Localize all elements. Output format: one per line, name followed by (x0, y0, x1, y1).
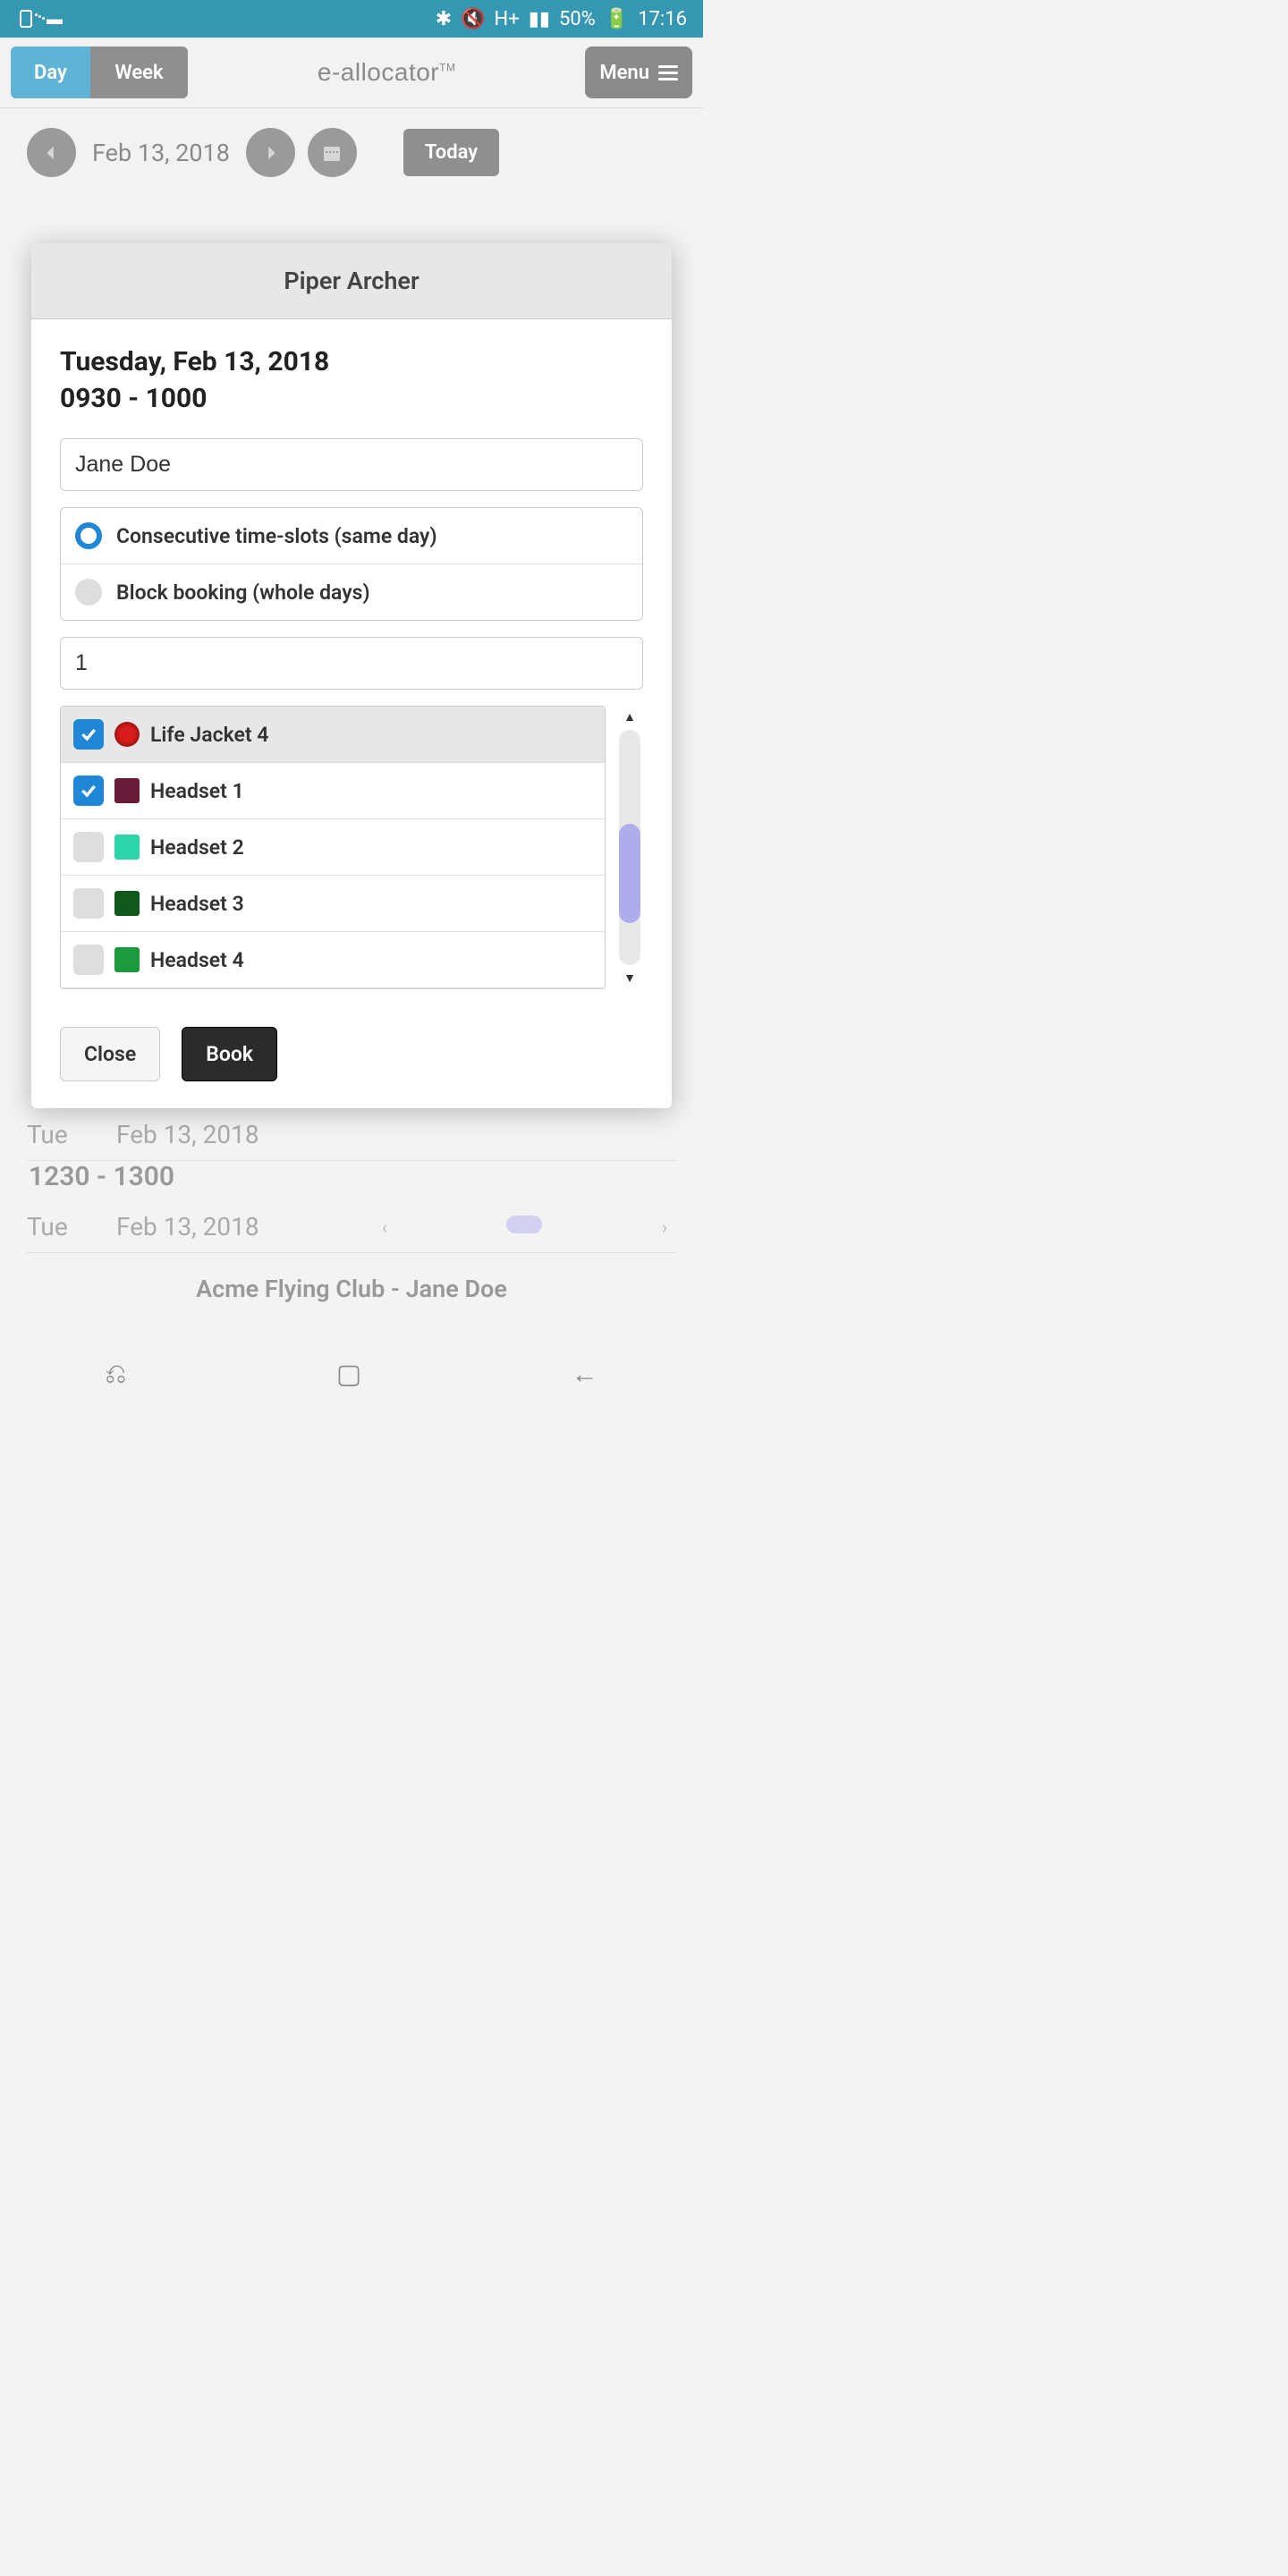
bg-prev-icon[interactable]: ‹ (373, 1216, 396, 1238)
bg-day-label: Tue (27, 1212, 116, 1241)
user-name-input[interactable] (60, 438, 643, 491)
app-logo: e-allocatorTM (188, 58, 585, 87)
equipment-item[interactable]: Headset 1 (61, 763, 605, 819)
radio-label: Block booking (whole days) (116, 580, 370, 605)
home-icon[interactable]: ▢ (336, 1359, 361, 1390)
checkbox-checked-icon[interactable] (73, 775, 104, 806)
prev-day-button[interactable] (27, 128, 76, 177)
equipment-label: Headset 1 (150, 779, 244, 803)
book-button[interactable]: Book (182, 1027, 277, 1081)
bg-next-icon[interactable]: › (653, 1216, 676, 1238)
scroll-track[interactable] (619, 730, 640, 965)
scroll-down-icon[interactable]: ▼ (623, 970, 636, 986)
signal-icon: ▮▮ (529, 8, 550, 30)
bg-date-label: Feb 13, 2018 (116, 1212, 373, 1241)
phone-vibrate-icon (16, 9, 36, 29)
item-color-swatch (114, 835, 140, 860)
quantity-input[interactable] (60, 637, 643, 690)
mute-icon: 🔇 (461, 8, 485, 30)
equipment-item[interactable]: Headset 3 (61, 876, 605, 932)
equipment-list: Life Jacket 4 Headset 1 Headset 2 Headset 3… (60, 706, 606, 989)
menu-label: Menu (599, 62, 649, 84)
date-nav-bar: Feb 13, 2018 Today (0, 108, 703, 197)
today-button[interactable]: Today (403, 129, 499, 176)
radio-consecutive[interactable]: Consecutive time-slots (same day) (61, 508, 642, 564)
item-color-swatch (114, 947, 140, 972)
view-toggle-week[interactable]: Week (90, 47, 188, 98)
battery-percent: 50% (559, 8, 596, 30)
checkbox-unchecked-icon[interactable] (73, 945, 104, 975)
wifi-icon: ▬ (45, 9, 64, 29)
modal-title: Piper Archer (31, 243, 672, 319)
back-icon[interactable]: ← (572, 1359, 598, 1390)
radio-label: Consecutive time-slots (same day) (116, 524, 437, 548)
checkbox-unchecked-icon[interactable] (73, 832, 104, 862)
equipment-label: Life Jacket 4 (150, 723, 268, 747)
item-color-swatch (114, 722, 140, 747)
current-date: Feb 13, 2018 (92, 139, 230, 167)
equipment-item[interactable]: Headset 2 (61, 819, 605, 876)
view-toggle-day[interactable]: Day (11, 47, 90, 98)
bg-day-label: Tue (27, 1120, 116, 1149)
item-color-swatch (114, 891, 140, 916)
app-header: Day Week e-allocatorTM Menu (0, 38, 703, 108)
menu-button[interactable]: Menu (585, 47, 692, 98)
bg-time-label: 1230 - 1300 (27, 1161, 676, 1192)
scroll-thumb[interactable] (619, 824, 640, 922)
status-time: 17:16 (638, 8, 687, 30)
background-schedule: Tue Feb 13, 2018 1230 - 1300 Tue Feb 13,… (27, 1109, 676, 1253)
scrollbar[interactable]: ▲ ▼ (616, 706, 643, 989)
battery-icon: 🔋 (605, 8, 629, 30)
equipment-label: Headset 4 (150, 948, 244, 972)
hamburger-icon (658, 65, 678, 80)
bluetooth-icon: ✱ (436, 8, 452, 30)
radio-block-booking[interactable]: Block booking (whole days) (61, 564, 642, 620)
data-icon: H+ (495, 8, 520, 30)
item-color-swatch (114, 778, 140, 803)
checkbox-checked-icon[interactable] (73, 719, 104, 750)
bg-date-label: Feb 13, 2018 (116, 1120, 676, 1149)
android-nav-bar: ⎌ ▢ ← (0, 1342, 703, 1406)
footer-text: Acme Flying Club - Jane Doe (0, 1275, 703, 1303)
equipment-item[interactable]: Life Jacket 4 (61, 707, 605, 763)
booking-type-radio-group: Consecutive time-slots (same day) Block … (60, 507, 643, 621)
radio-unselected-icon (75, 579, 102, 606)
close-button[interactable]: Close (60, 1027, 160, 1081)
checkbox-unchecked-icon[interactable] (73, 888, 104, 919)
booking-datetime: Tuesday, Feb 13, 2018 0930 - 1000 (60, 344, 643, 417)
recent-apps-icon[interactable]: ⎌ (105, 1359, 126, 1390)
equipment-label: Headset 3 (150, 892, 244, 916)
booking-modal: Piper Archer Tuesday, Feb 13, 2018 0930 … (31, 243, 672, 1108)
equipment-label: Headset 2 (150, 835, 244, 860)
next-day-button[interactable] (246, 128, 295, 177)
scroll-up-icon[interactable]: ▲ (623, 709, 636, 724)
radio-selected-icon (75, 522, 102, 549)
android-status-bar: ▬ ✱ 🔇 H+ ▮▮ 50% 🔋 17:16 (0, 0, 703, 38)
calendar-button[interactable] (308, 128, 357, 177)
equipment-item[interactable]: Headset 4 (61, 932, 605, 988)
